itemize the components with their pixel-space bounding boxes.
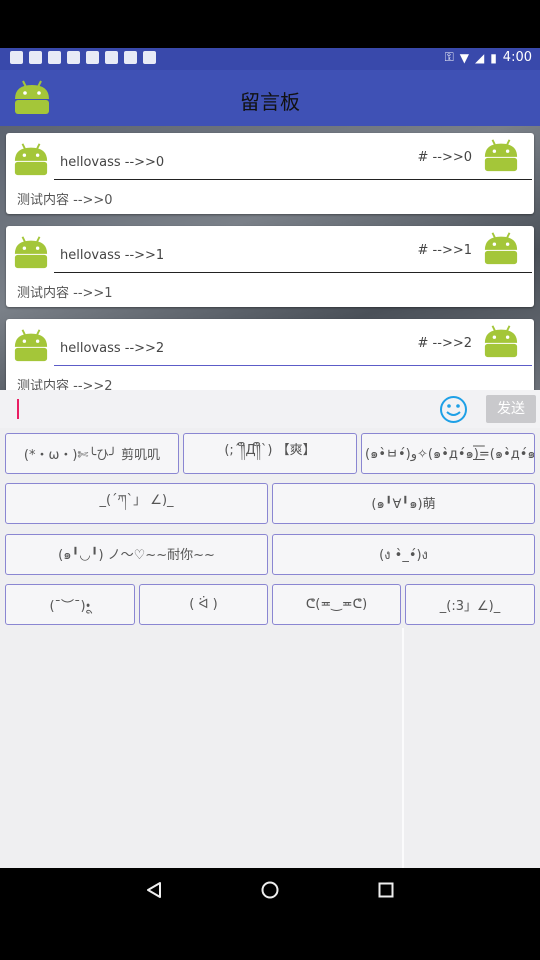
key-icon: ⚿ — [444, 50, 454, 64]
emoticon-button[interactable]: (*・ω・)✄╰ひ╯ 剪叽叽 — [5, 433, 179, 474]
wechat-notification-icon — [86, 51, 99, 64]
emoticon-button[interactable]: (๑•̀ㅂ•́)و✧(๑•̀д•́๑)=͟͟͞͞(๑•̀д•́๑)=͟͟͞͞(๑… — [361, 433, 535, 474]
message-list[interactable]: hellovass -->>0 # -->>0 测试内容 -->>0 hello… — [0, 126, 540, 390]
message-floor: # -->>2 — [417, 336, 472, 351]
message-floor: # -->>1 — [417, 243, 472, 258]
message-body: 测试内容 -->>0 — [17, 193, 113, 208]
android-robot-icon — [484, 325, 518, 358]
wechat-notification-icon — [67, 51, 80, 64]
message-floor: # -->>0 — [417, 150, 472, 165]
status-bar: ⚿ ▼ ◢ ▮ 4:00 — [0, 48, 540, 70]
message-author: hellovass -->>0 — [60, 155, 165, 170]
gmail-notification-icon — [29, 51, 42, 64]
smiley-icon[interactable] — [439, 395, 468, 424]
app-notification-icon — [124, 51, 137, 64]
message-author: hellovass -->>1 — [60, 248, 165, 263]
message-card[interactable]: hellovass -->>0 # -->>0 测试内容 -->>0 — [6, 133, 534, 214]
emoticon-button[interactable]: (๑╹∀╹๑)萌 — [272, 483, 535, 524]
home-circle-icon[interactable] — [260, 880, 280, 900]
text-cursor — [17, 399, 19, 419]
emoticon-panel: (*・ω・)✄╰ひ╯ 剪叽叽 (;´༎ຶД༎ຶ`) 【爽】 (๑•̀ㅂ•́)و✧… — [0, 428, 540, 868]
message-body: 测试内容 -->>1 — [17, 286, 113, 301]
emoticon-button[interactable]: (;´༎ຶД༎ຶ`) 【爽】 — [183, 433, 357, 474]
android-robot-icon — [484, 139, 518, 172]
emoticon-button[interactable]: ᕦ(≖‿≖ᕦ) — [272, 584, 401, 625]
page-title: 留言板 — [240, 90, 300, 114]
wifi-icon: ▼ — [459, 50, 469, 65]
emoticon-button[interactable]: _(´ཀ`」 ∠)_ — [5, 483, 268, 524]
comment-input-bar: 发送 — [0, 390, 540, 428]
android-notification-icon — [10, 51, 23, 64]
douban-notification-icon — [105, 51, 118, 64]
app-bar: 留言板 — [0, 70, 540, 126]
divider — [54, 272, 532, 273]
emoticon-button[interactable]: (¯︶¯)•ू — [5, 584, 135, 625]
app-notification-icon — [143, 51, 156, 64]
notification-icons — [10, 51, 156, 64]
comment-input[interactable] — [10, 394, 430, 424]
back-triangle-icon[interactable] — [144, 880, 164, 900]
send-button[interactable]: 发送 — [486, 395, 536, 423]
recents-square-icon[interactable] — [376, 880, 396, 900]
message-body: 测试内容 -->>2 — [17, 379, 113, 390]
panel-divider — [402, 628, 404, 868]
clock: 4:00 — [502, 50, 532, 65]
emoticon-button[interactable]: ( ᐛ ) — [139, 584, 268, 625]
message-card[interactable]: hellovass -->>2 # -->>2 测试内容 -->>2 — [6, 319, 534, 390]
emoticon-button[interactable]: (๑╹◡╹) ノ～♡~~耐你~~ — [5, 534, 268, 575]
navigation-bar — [0, 868, 540, 912]
emoticon-button[interactable]: (ง •̀_•́)ง — [272, 534, 535, 575]
emoticon-button[interactable]: _(:3」∠)_ — [405, 584, 535, 625]
battery-icon: ▮ — [490, 50, 497, 65]
message-author: hellovass -->>2 — [60, 341, 165, 356]
android-robot-icon — [14, 143, 48, 176]
signal-icon: ◢ — [474, 50, 485, 65]
android-robot-icon — [14, 236, 48, 269]
divider — [54, 179, 532, 180]
image-notification-icon — [48, 51, 61, 64]
android-robot-icon — [14, 329, 48, 362]
android-robot-icon — [484, 232, 518, 265]
message-card[interactable]: hellovass -->>1 # -->>1 测试内容 -->>1 — [6, 226, 534, 307]
divider — [54, 365, 532, 366]
